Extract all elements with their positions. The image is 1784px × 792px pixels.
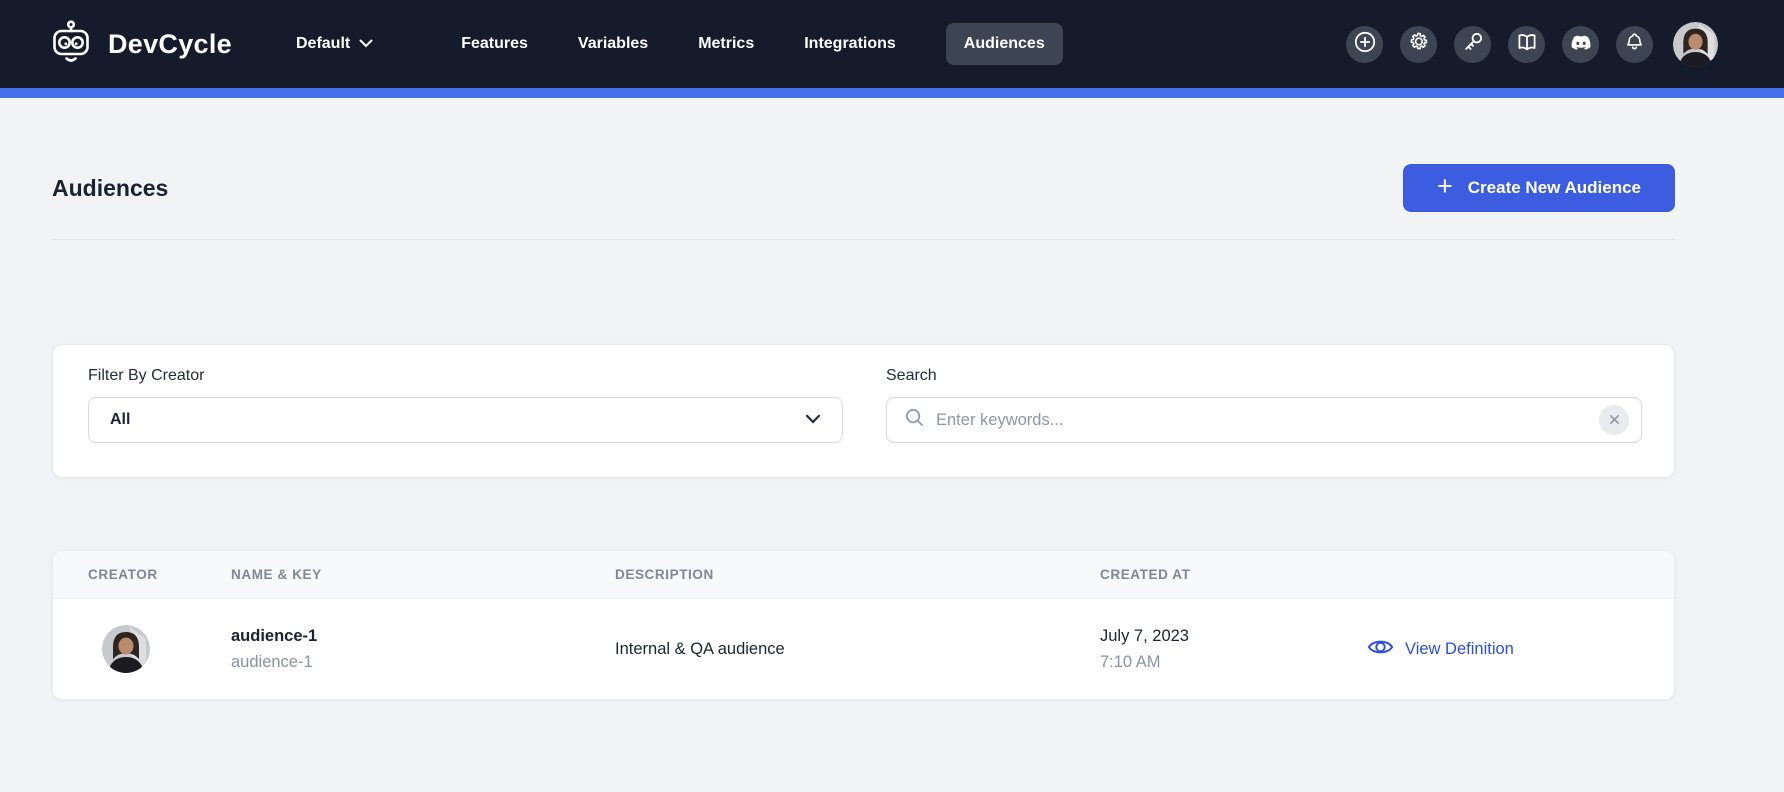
- project-selector-label: Default: [296, 35, 350, 53]
- search-input[interactable]: [936, 411, 1599, 430]
- nav-item-audiences[interactable]: Audiences: [946, 23, 1063, 65]
- nav-item-integrations[interactable]: Integrations: [804, 23, 896, 65]
- creator-filter-select[interactable]: All: [88, 397, 843, 443]
- creator-filter-value: All: [110, 411, 130, 429]
- accent-bar: [0, 88, 1784, 98]
- column-header-description: Description: [615, 567, 1100, 582]
- primary-nav: Features Variables Metrics Integrations …: [461, 23, 1063, 65]
- discord-button[interactable]: [1562, 26, 1599, 63]
- api-keys-button[interactable]: [1454, 26, 1491, 63]
- page-title: Audiences: [52, 175, 168, 202]
- docs-button[interactable]: [1508, 26, 1545, 63]
- search-icon: [904, 407, 925, 433]
- view-definition-label: View Definition: [1405, 640, 1514, 659]
- name-key-cell: audience-1 audience-1: [231, 623, 615, 675]
- chevron-down-icon: [359, 35, 373, 53]
- created-at-cell: July 7, 2023 7:10 AM: [1100, 623, 1361, 675]
- notifications-button[interactable]: [1616, 26, 1653, 63]
- navbar-actions: [1346, 22, 1718, 67]
- key-icon: [1461, 30, 1485, 59]
- created-time: 7:10 AM: [1100, 649, 1361, 675]
- column-header-creator: Creator: [88, 567, 231, 582]
- nav-item-variables[interactable]: Variables: [578, 23, 648, 65]
- description-cell: Internal & QA audience: [615, 640, 1100, 659]
- top-navbar: DevCycle Default Features Variables Metr…: [0, 0, 1784, 88]
- header-divider: [52, 239, 1675, 240]
- audiences-table: Creator Name & Key Description Created A…: [52, 550, 1675, 700]
- create-new-audience-button[interactable]: + Create New Audience: [1403, 164, 1675, 212]
- plus-circle-icon: [1353, 30, 1377, 59]
- view-definition-link[interactable]: View Definition: [1361, 636, 1674, 663]
- settings-button[interactable]: [1400, 26, 1437, 63]
- column-header-created-at: Created At: [1100, 567, 1361, 582]
- nav-item-metrics[interactable]: Metrics: [698, 23, 754, 65]
- search-label: Search: [886, 367, 1642, 385]
- project-selector-dropdown[interactable]: Default: [296, 35, 373, 53]
- gear-icon: [1407, 30, 1430, 58]
- creator-avatar: [102, 625, 150, 673]
- devcycle-logo[interactable]: DevCycle: [48, 19, 232, 70]
- chevron-down-icon: [805, 411, 821, 429]
- logo-wordmark: DevCycle: [108, 29, 232, 60]
- search-group: Search: [886, 367, 1642, 477]
- create-button-label: Create New Audience: [1468, 178, 1641, 198]
- user-avatar[interactable]: [1673, 22, 1718, 67]
- search-box: [886, 397, 1642, 443]
- filter-card: Filter By Creator All Search: [52, 344, 1675, 478]
- main-content: Audiences + Create New Audience Filter B…: [52, 164, 1675, 700]
- table-header-row: Creator Name & Key Description Created A…: [53, 551, 1674, 599]
- discord-icon: [1570, 31, 1592, 58]
- bell-icon: [1623, 30, 1646, 58]
- clear-search-button[interactable]: [1599, 405, 1629, 435]
- filter-by-creator-group: Filter By Creator All: [88, 367, 843, 477]
- table-row: audience-1 audience-1 Internal & QA audi…: [53, 599, 1674, 699]
- book-icon: [1515, 30, 1539, 59]
- filter-by-creator-label: Filter By Creator: [88, 367, 843, 385]
- column-header-name-key: Name & Key: [231, 567, 615, 582]
- audience-name: audience-1: [231, 623, 615, 649]
- created-date: July 7, 2023: [1100, 623, 1361, 649]
- actions-cell: View Definition: [1361, 636, 1674, 663]
- plus-icon: +: [1437, 173, 1453, 200]
- close-icon: [1609, 413, 1620, 428]
- nav-item-features[interactable]: Features: [461, 23, 528, 65]
- robot-logo-icon: [48, 19, 94, 70]
- creator-cell: [88, 625, 231, 673]
- page-header: Audiences + Create New Audience: [52, 164, 1675, 212]
- eye-icon: [1367, 636, 1394, 663]
- add-circle-button[interactable]: [1346, 26, 1383, 63]
- audience-key: audience-1: [231, 649, 615, 675]
